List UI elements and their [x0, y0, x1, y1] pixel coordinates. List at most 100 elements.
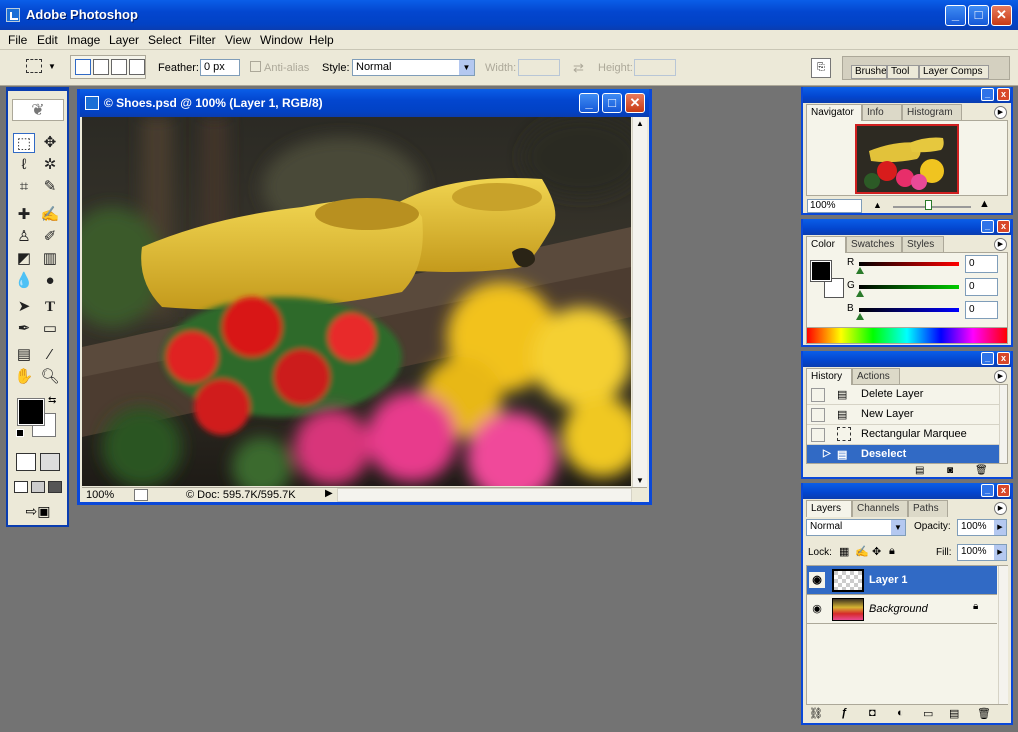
image-canvas[interactable]: [82, 117, 631, 486]
well-tab-brushes[interactable]: Brushes: [851, 65, 887, 79]
tab-info[interactable]: Info: [862, 104, 902, 121]
visibility-eye-icon[interactable]: ◉: [809, 601, 825, 617]
type-tool-icon[interactable]: T: [39, 297, 61, 317]
width-input[interactable]: [518, 59, 560, 76]
lock-position-icon[interactable]: ✥: [872, 545, 881, 558]
clone-stamp-tool-icon[interactable]: ♙: [13, 227, 35, 247]
new-snapshot-icon[interactable]: ◙: [947, 465, 953, 476]
new-layer-icon[interactable]: ▤: [949, 707, 959, 720]
swap-colors-icon[interactable]: ⇆: [48, 395, 56, 406]
panel-minimize-button[interactable]: _: [981, 484, 994, 497]
standard-mode-icon[interactable]: [16, 453, 36, 471]
full-screen-menu-mode-icon[interactable]: [31, 481, 45, 493]
adjustment-layer-icon[interactable]: ◐: [897, 707, 904, 719]
channel-b-slider[interactable]: [859, 308, 959, 312]
history-brush-source-icon[interactable]: [811, 428, 825, 442]
horizontal-scrollbar[interactable]: [337, 488, 632, 502]
panel-menu-icon[interactable]: ▶: [994, 502, 1007, 515]
tab-histogram[interactable]: Histogram: [902, 104, 962, 121]
new-selection-icon[interactable]: [75, 59, 91, 75]
tab-color[interactable]: Color: [806, 236, 846, 253]
menu-window[interactable]: Window: [260, 33, 303, 47]
tab-layers[interactable]: Layers: [806, 500, 852, 517]
panel-close-button[interactable]: x: [997, 484, 1010, 497]
path-selection-tool-icon[interactable]: ➤: [13, 297, 35, 317]
panel-minimize-button[interactable]: _: [981, 352, 994, 365]
zoom-slider-thumb[interactable]: [925, 200, 932, 210]
layer-mask-icon[interactable]: ◘: [869, 707, 876, 719]
tab-channels[interactable]: Channels: [852, 500, 908, 517]
new-document-from-state-icon[interactable]: ▤: [915, 465, 924, 476]
hand-tool-icon[interactable]: ✋: [13, 367, 35, 387]
navigator-zoom-field[interactable]: 100%: [807, 199, 862, 213]
navigator-zoom-slider[interactable]: [893, 206, 971, 208]
color-spectrum-bar[interactable]: [807, 327, 1007, 343]
well-tab-tool-presets[interactable]: Tool Presets: [887, 65, 919, 79]
document-maximize-button[interactable]: □: [602, 93, 622, 113]
tab-swatches[interactable]: Swatches: [846, 236, 902, 253]
channel-g-value[interactable]: 0: [965, 278, 998, 296]
panel-close-button[interactable]: x: [997, 88, 1010, 101]
fill-input[interactable]: 100% ▶: [957, 544, 1007, 561]
menu-layer[interactable]: Layer: [109, 33, 139, 47]
blur-tool-icon[interactable]: 💧: [13, 271, 35, 291]
marquee-preset-icon[interactable]: [26, 59, 42, 73]
panel-close-button[interactable]: x: [997, 220, 1010, 233]
menu-filter[interactable]: Filter: [189, 33, 216, 47]
close-button[interactable]: ✕: [991, 5, 1012, 26]
panel-menu-icon[interactable]: ▶: [994, 370, 1007, 383]
zoom-tool-icon[interactable]: 🔍︎: [39, 367, 61, 387]
eraser-tool-icon[interactable]: ◩: [13, 249, 35, 269]
gradient-tool-icon[interactable]: ▥: [39, 249, 61, 269]
history-item[interactable]: Rectangular Marquee: [807, 425, 999, 445]
well-tab-layer-comps[interactable]: Layer Comps: [919, 65, 989, 79]
channel-r-value[interactable]: 0: [965, 255, 998, 273]
lock-image-icon[interactable]: ✍: [855, 545, 869, 558]
channel-g-thumb[interactable]: [856, 290, 864, 297]
history-scrollbar[interactable]: [999, 385, 1007, 463]
intersect-selection-icon[interactable]: [129, 59, 145, 75]
opacity-input[interactable]: 100% ▶: [957, 519, 1007, 536]
move-tool-icon[interactable]: ✥: [39, 133, 61, 153]
default-colors-icon[interactable]: [16, 429, 24, 437]
height-input[interactable]: [634, 59, 676, 76]
tab-paths[interactable]: Paths: [908, 500, 948, 517]
style-select[interactable]: Normal ▼: [352, 59, 475, 76]
menu-image[interactable]: Image: [67, 33, 100, 47]
add-selection-icon[interactable]: [93, 59, 109, 75]
standard-screen-mode-icon[interactable]: [14, 481, 28, 493]
feather-input[interactable]: 0 px: [200, 59, 240, 76]
status-preview-icon[interactable]: [134, 489, 148, 501]
zoom-in-icon[interactable]: ▲: [979, 198, 990, 210]
lasso-tool-icon[interactable]: ℓ: [13, 155, 35, 175]
layers-scrollbar[interactable]: [998, 566, 1008, 704]
notes-tool-icon[interactable]: ▤: [13, 345, 35, 365]
channel-g-slider[interactable]: [859, 285, 959, 289]
anti-alias-checkbox[interactable]: [250, 61, 261, 72]
jump-to-imageready-icon[interactable]: ⇨▣: [16, 503, 60, 521]
minimize-button[interactable]: _: [945, 5, 966, 26]
color-foreground-swatch[interactable]: [810, 260, 832, 282]
tab-history[interactable]: History: [806, 368, 852, 385]
pen-tool-icon[interactable]: ✒: [13, 319, 35, 339]
tab-styles[interactable]: Styles: [902, 236, 944, 253]
navigator-thumbnail[interactable]: [855, 124, 959, 194]
blend-mode-select[interactable]: Normal ▼: [806, 519, 906, 536]
healing-brush-tool-icon[interactable]: ✚: [13, 205, 35, 225]
chevron-down-icon[interactable]: ▼: [48, 62, 56, 71]
layer-row-background[interactable]: ◉ Background 🔒︎: [807, 595, 997, 624]
channel-b-thumb[interactable]: [856, 313, 864, 320]
magic-wand-tool-icon[interactable]: ✲: [39, 155, 61, 175]
panel-menu-icon[interactable]: ▶: [994, 238, 1007, 251]
channel-r-slider[interactable]: [859, 262, 959, 266]
lock-all-icon[interactable]: 🔒︎: [889, 545, 895, 558]
foreground-color-swatch[interactable]: [17, 398, 45, 426]
new-group-icon[interactable]: ▭: [923, 707, 933, 720]
tab-actions[interactable]: Actions: [852, 368, 900, 385]
menu-edit[interactable]: Edit: [37, 33, 58, 47]
dodge-tool-icon[interactable]: ●: [39, 271, 61, 291]
link-layers-icon[interactable]: ⛓: [809, 707, 823, 720]
visibility-eye-icon[interactable]: ◉: [809, 572, 825, 588]
history-item[interactable]: ▤ New Layer: [807, 405, 999, 425]
panel-minimize-button[interactable]: _: [981, 88, 994, 101]
